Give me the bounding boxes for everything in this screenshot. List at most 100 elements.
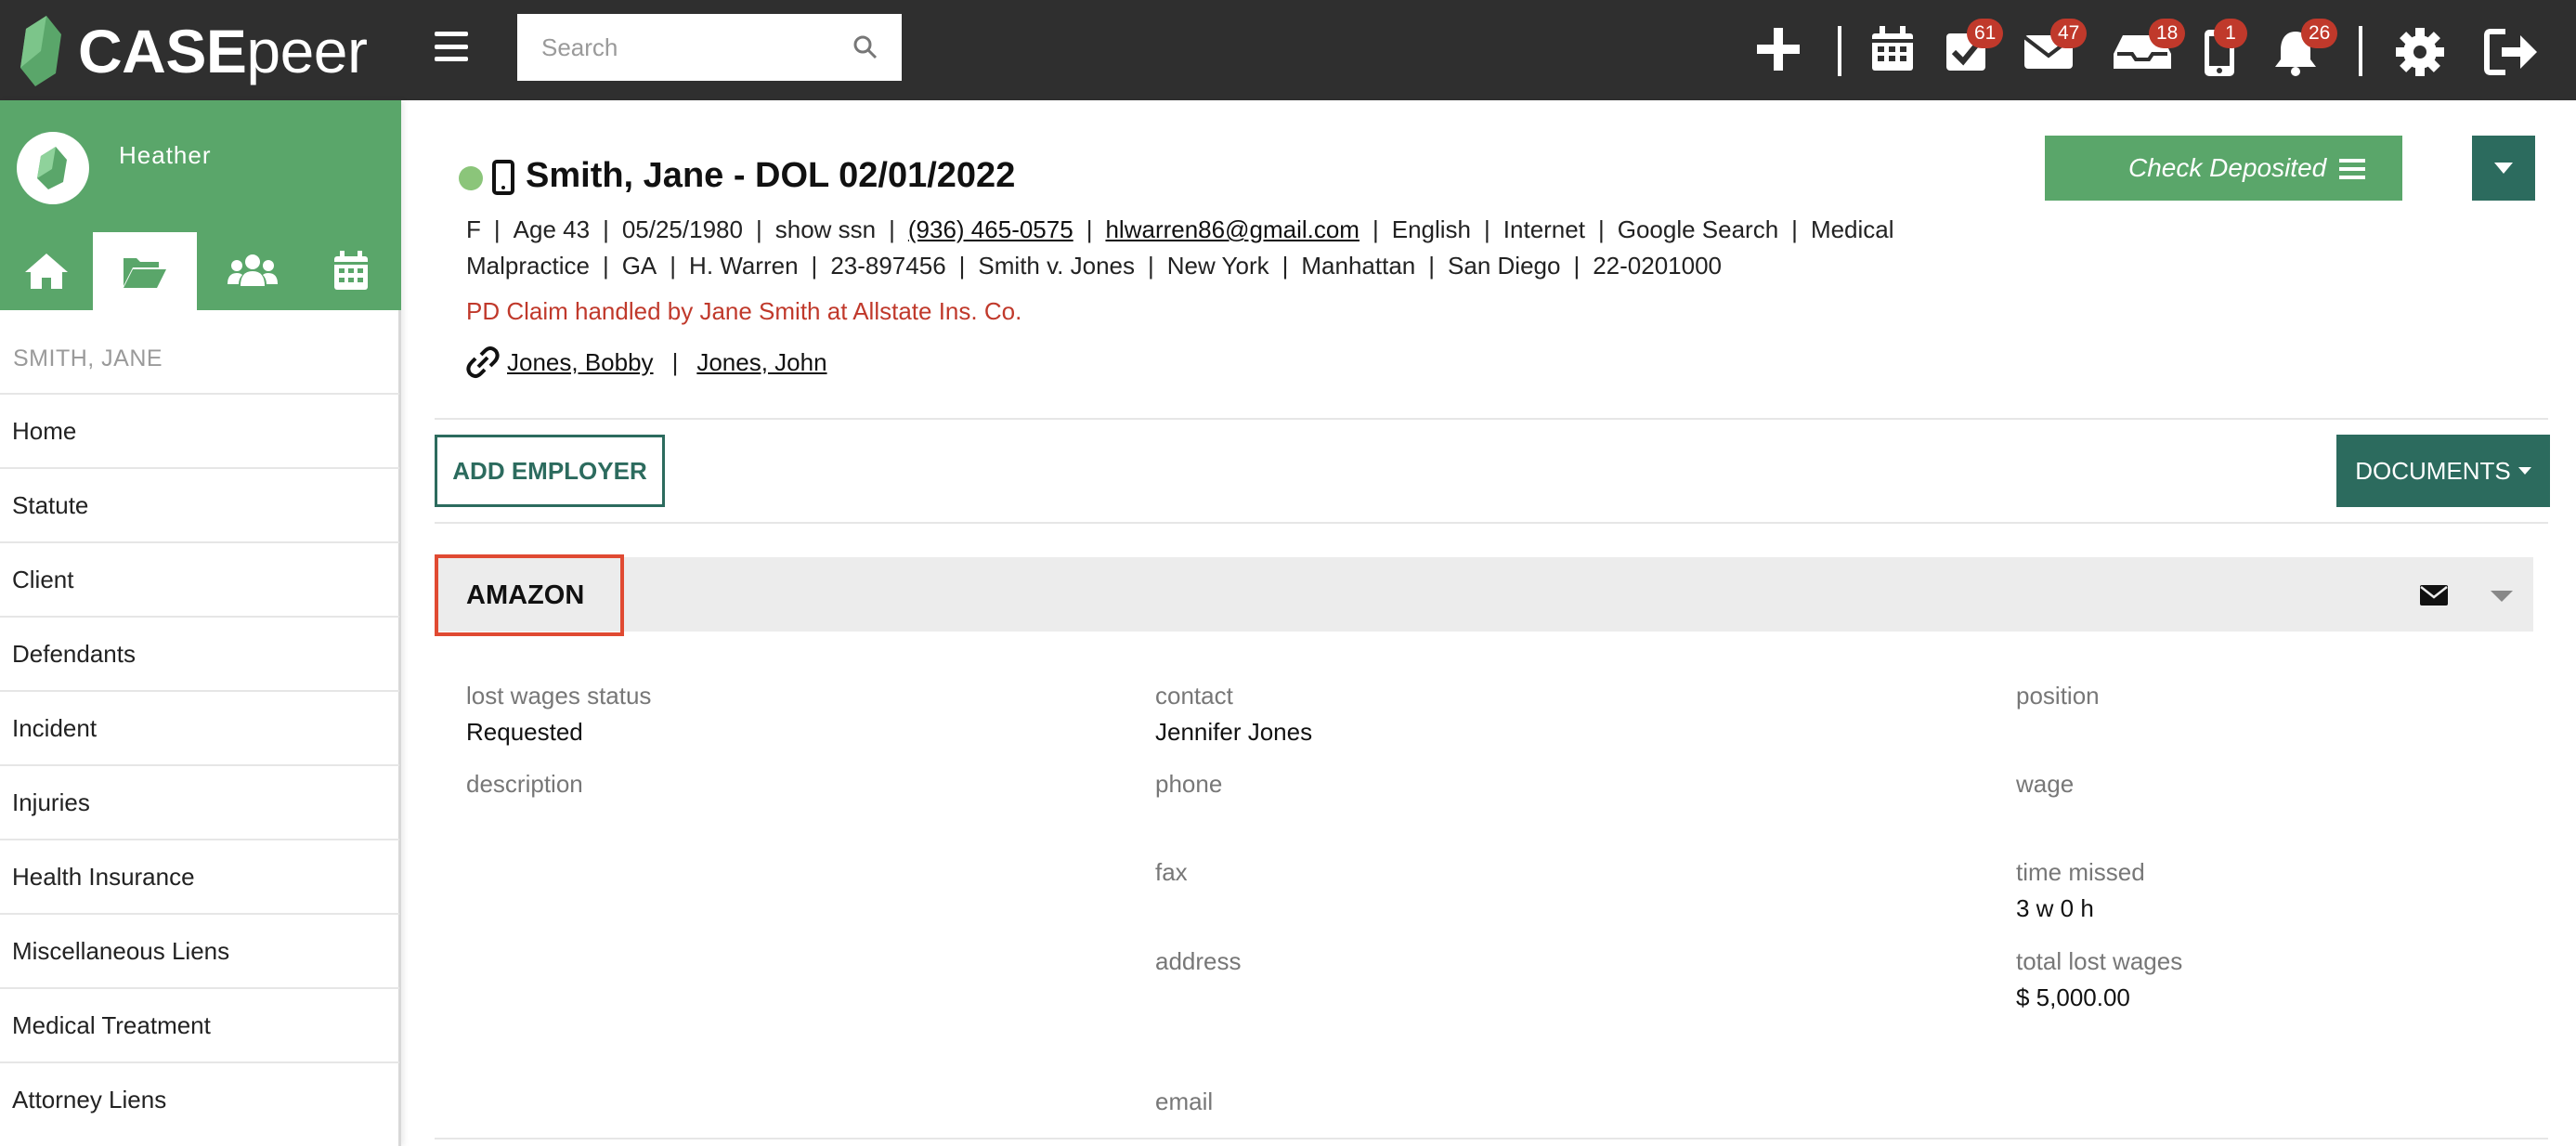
position-label: position: [2016, 682, 2100, 710]
top-navigation-bar: CASEpeer 61: [0, 0, 2576, 100]
inbox-count-badge: 18: [2149, 19, 2186, 48]
client-email-link[interactable]: hlwarren86@gmail.com: [1105, 215, 1360, 243]
section-divider: [435, 522, 2548, 524]
casepeer-logo[interactable]: CASEpeer: [19, 9, 368, 93]
logout-icon: [2484, 29, 2537, 75]
notifications-button[interactable]: 26: [2271, 19, 2338, 78]
case-city: New York: [1166, 252, 1269, 280]
case-status-label: Check Deposited: [2128, 153, 2327, 182]
mail-button[interactable]: 47: [2023, 19, 2088, 78]
user-avatar[interactable]: [17, 132, 89, 204]
total-lost-wages-value: $ 5,000.00: [2016, 983, 2130, 1011]
case-type: Medical: [1810, 215, 1894, 243]
email-label: email: [1155, 1087, 1214, 1115]
sidebar-item-statute[interactable]: Statute: [0, 467, 399, 541]
related-case-link[interactable]: Jones, John: [696, 348, 826, 377]
envelope-icon[interactable]: [2420, 583, 2448, 606]
case-title: Smith, Jane - DOL 02/01/2022: [526, 156, 1016, 195]
description-label: description: [466, 770, 583, 798]
tab-home[interactable]: [0, 232, 93, 310]
referral-source: Internet: [1503, 215, 1585, 243]
caret-down-icon: [2494, 163, 2513, 174]
mobile-messages-button[interactable]: 1: [2203, 19, 2258, 78]
main-menu-button[interactable]: [433, 28, 470, 65]
calendar-button[interactable]: [1870, 20, 1926, 78]
related-case-link[interactable]: Jones, Bobby: [507, 348, 654, 377]
folder-open-icon: [124, 258, 166, 288]
sidebar: Heather SMITH, JANE Home Statute Client …: [0, 100, 401, 1146]
case-info-line-2: Malpractice | GA | H. Warren | 23-897456 | Smith…: [466, 252, 1723, 280]
sidebar-item-defendants[interactable]: Defendants: [0, 616, 399, 690]
sidebar-item-incident[interactable]: Incident: [0, 690, 399, 764]
assigned-attorney: H. Warren: [689, 252, 799, 280]
sidebar-item-attorney-liens[interactable]: Attorney Liens: [0, 1061, 399, 1136]
user-name: Heather: [119, 141, 212, 169]
search-icon[interactable]: [853, 35, 878, 59]
users-icon: [228, 254, 278, 286]
sidebar-item-home[interactable]: Home: [0, 393, 399, 467]
wage-label: wage: [2016, 770, 2075, 798]
fax-label: fax: [1155, 858, 1188, 886]
section-divider: [435, 418, 2548, 420]
contact-label: contact: [1155, 682, 1233, 710]
tasks-button[interactable]: 61: [1945, 19, 2004, 78]
sidebar-tabs: [0, 232, 401, 310]
link-icon: [466, 346, 500, 378]
status-dropdown-button[interactable]: [2472, 136, 2535, 201]
add-employer-button[interactable]: ADD EMPLOYER: [435, 435, 665, 507]
client-phone-link[interactable]: (936) 465-0575: [908, 215, 1073, 243]
lost-wages-status-value: Requested: [466, 718, 583, 746]
related-cases: Jones, Bobby | Jones, John: [466, 344, 827, 381]
sidebar-item-health-insurance[interactable]: Health Insurance: [0, 839, 399, 913]
documents-dropdown-button[interactable]: DOCUMENTS: [2336, 435, 2550, 507]
main-content: Smith, Jane - DOL 02/01/2022 F | Age 43 | 05…: [401, 100, 2576, 1146]
logo-leaf-icon: [20, 16, 61, 86]
sidebar-item-injuries[interactable]: Injuries: [0, 764, 399, 839]
employer-name[interactable]: AMAZON: [435, 554, 624, 636]
case-status-indicator: [459, 166, 483, 190]
sidebar-item-medical-treatment[interactable]: Medical Treatment: [0, 987, 399, 1061]
case-state: GA: [621, 252, 657, 280]
logout-button[interactable]: [2483, 20, 2539, 78]
toolbar-divider: [1838, 26, 1841, 76]
brand-prefix: CASE: [78, 17, 247, 85]
client-dob: 05/25/1980: [621, 215, 743, 243]
client-language: English: [1391, 215, 1472, 243]
sidebar-item-miscellaneous-liens[interactable]: Miscellaneous Liens: [0, 913, 399, 987]
tab-cases[interactable]: [93, 232, 197, 310]
brand-name: CASEpeer: [78, 16, 368, 86]
case-status-button[interactable]: Check Deposited: [2045, 136, 2402, 201]
tab-contacts[interactable]: [206, 232, 299, 310]
mobile-phone-icon: [492, 160, 514, 195]
client-name-heading: SMITH, JANE: [13, 345, 163, 371]
case-caption: Smith v. Jones: [978, 252, 1136, 280]
employer-expand-icon[interactable]: [2491, 591, 2513, 602]
sidebar-header: Heather: [0, 100, 401, 310]
phone-label: phone: [1155, 770, 1223, 798]
add-new-button[interactable]: [1755, 20, 1811, 78]
case-number: 23-897456: [830, 252, 946, 280]
tasks-count-badge: 61: [1967, 19, 2004, 48]
case-office: San Diego: [1448, 252, 1561, 280]
tab-calendar[interactable]: [305, 232, 397, 310]
client-gender: F: [466, 215, 481, 243]
plus-icon: [1757, 28, 1800, 71]
sidebar-item-client[interactable]: Client: [0, 541, 399, 616]
case-area: Manhattan: [1301, 252, 1416, 280]
search-input[interactable]: [541, 33, 853, 62]
calendar-icon: [1872, 26, 1913, 71]
case-info-line-1: F | Age 43 | 05/25/1980 | show ssn | (936) 465-0…: [466, 215, 1894, 243]
case-reference: 22-0201000: [1593, 252, 1723, 280]
show-ssn-link[interactable]: show ssn: [775, 215, 876, 243]
time-missed-label: time missed: [2016, 858, 2145, 886]
contact-value: Jennifer Jones: [1155, 718, 1313, 746]
section-divider: [435, 1138, 2548, 1139]
brand-suffix: peer: [246, 17, 368, 85]
status-menu-icon: [2339, 159, 2365, 179]
gear-icon: [2396, 28, 2444, 76]
address-label: address: [1155, 947, 1242, 975]
toolbar-divider: [2359, 26, 2362, 76]
inbox-button[interactable]: 18: [2112, 19, 2186, 78]
documents-label: DOCUMENTS: [2355, 456, 2511, 485]
settings-button[interactable]: [2394, 20, 2450, 78]
